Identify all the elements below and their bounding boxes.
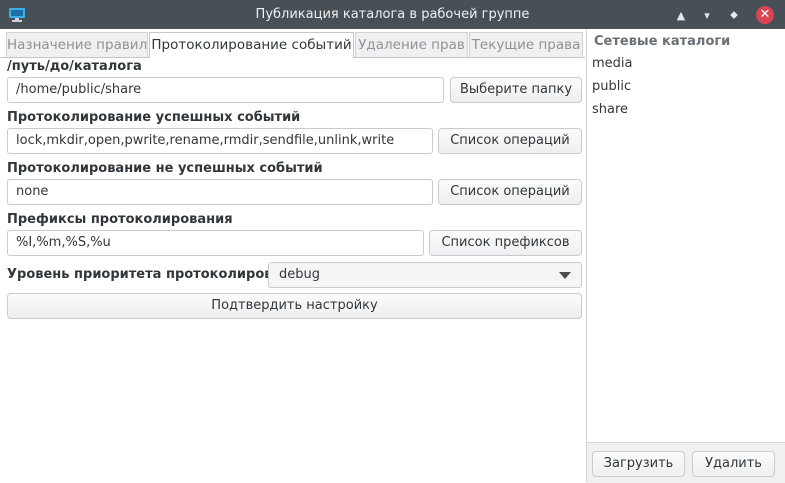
app-window: Публикация каталога в рабочей группе ▲ ▾… [0, 0, 785, 483]
network-folders-header: Сетевые каталоги [594, 34, 731, 49]
path-label: /путь/до/каталога [7, 59, 142, 74]
priority-dropdown[interactable]: debug [268, 262, 582, 288]
keep-above-icon[interactable]: ▲ [672, 6, 690, 24]
priority-value: debug [279, 267, 320, 282]
success-events-label: Протоколирование успешных событий [7, 110, 301, 125]
prefixes-label: Префиксы протоколирования [7, 212, 233, 227]
failure-ops-list-button[interactable]: Список операций [438, 179, 582, 205]
minimize-icon[interactable]: ▾ [698, 6, 716, 24]
sidebar-button-bar: Загрузить Удалить [587, 442, 785, 483]
tab-rules[interactable]: Назначение правил [6, 32, 148, 57]
path-field[interactable]: /home/public/share [7, 77, 444, 103]
maximize-icon[interactable]: ⬥ [725, 6, 743, 24]
success-ops-list-button[interactable]: Список операций [438, 128, 582, 154]
failure-events-label: Протоколирование не успешных событий [7, 161, 323, 176]
main-panel: Назначение правил Протоколирование событ… [0, 29, 585, 482]
prefixes-list-button[interactable]: Список префиксов [429, 230, 582, 256]
title-bar[interactable]: Публикация каталога в рабочей группе ▲ ▾… [0, 0, 785, 29]
tab-bar: Назначение правил Протоколирование событ… [0, 29, 585, 58]
confirm-settings-button[interactable]: Подтвердить настройку [7, 293, 582, 319]
load-button[interactable]: Загрузить [592, 451, 685, 477]
list-item[interactable]: public [592, 79, 631, 94]
close-icon[interactable]: ✕ [756, 6, 774, 24]
list-item[interactable]: media [592, 56, 633, 71]
window-title: Публикация каталога в рабочей группе [255, 7, 530, 22]
list-item[interactable]: share [592, 102, 628, 117]
network-folders-panel: Сетевые каталоги media public share Загр… [586, 29, 785, 483]
delete-button[interactable]: Удалить [692, 451, 775, 477]
choose-folder-button[interactable]: Выберите папку [450, 77, 582, 103]
prefixes-field[interactable]: %I,%m,%S,%u [7, 230, 424, 256]
success-events-field[interactable]: lock,mkdir,open,pwrite,rename,rmdir,send… [7, 128, 433, 154]
priority-label: Уровень приоритета протоколирования [7, 267, 308, 282]
tab-remove-rights[interactable]: Удаление прав [355, 32, 468, 57]
chevron-down-icon [559, 272, 571, 279]
tab-current-rights[interactable]: Текущие права [469, 32, 583, 57]
tab-event-logging[interactable]: Протоколирование событий [149, 32, 354, 58]
failure-events-field[interactable]: none [7, 179, 433, 205]
